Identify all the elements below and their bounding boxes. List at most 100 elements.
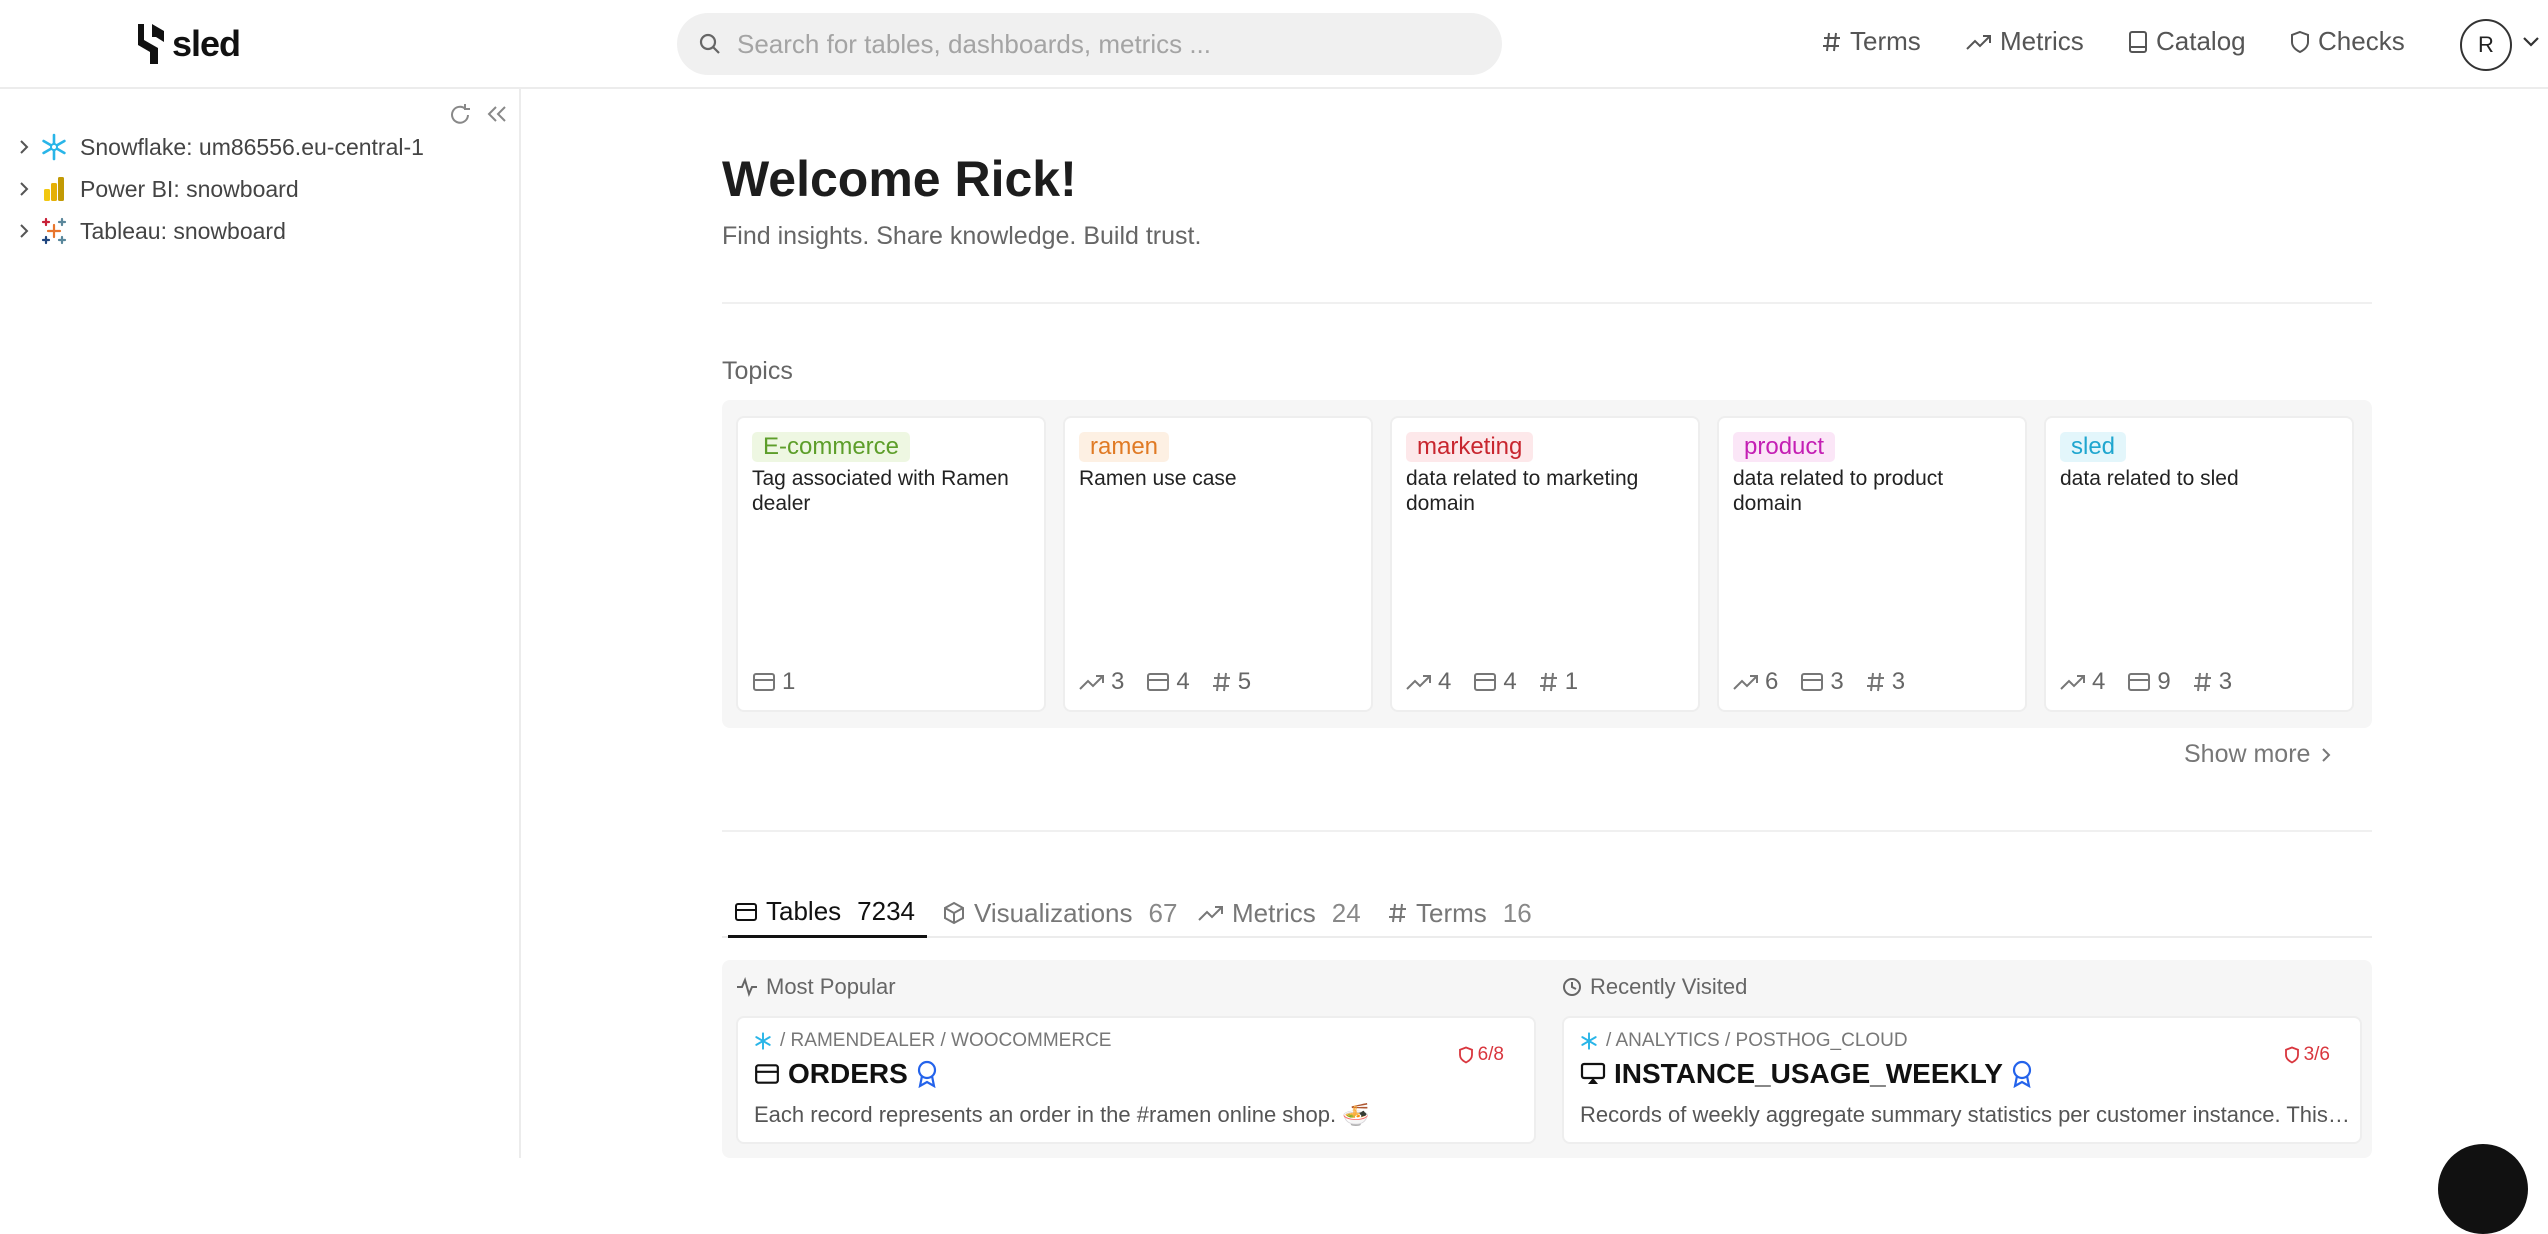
topic-stats: 3 4 5 [1079,668,1251,696]
nav-metrics-label: Metrics [2000,26,2084,56]
stat-value: 5 [1237,668,1252,695]
nav-terms-label: Terms [1850,26,1921,56]
hash-icon [1212,671,1232,693]
sidebar-item-label: Power BI: snowboard [80,175,299,202]
topic-tag[interactable]: ramen [1079,432,1170,462]
stat-metrics: 6 [1733,668,1778,696]
nav-metrics[interactable]: Metrics [1966,26,2084,57]
checks-value: 6/8 [1477,1044,1504,1065]
topic-stats: 4 4 1 [1406,668,1578,696]
tab-tables[interactable]: Tables 7234 [728,888,927,938]
topic-description: data related to product domain [1733,467,1944,515]
topic-stats: 1 [752,668,795,696]
recently-visited-title: Recently Visited [1590,974,1748,999]
hash-icon [2193,671,2213,693]
asset-name: INSTANCE_USAGE_WEEKLY [1614,1058,2003,1089]
table-icon [1146,672,1170,692]
topic-tag[interactable]: marketing [1406,432,1534,462]
welcome-subtitle: Find insights. Share knowledge. Build tr… [722,222,1202,250]
nav-catalog-label: Catalog [2156,26,2246,56]
topic-card-marketing[interactable]: marketing data related to marketing doma… [1390,416,1700,712]
trend-icon [2060,673,2086,691]
avatar-initial: R [2478,32,2494,57]
stat-metrics: 4 [2060,668,2105,696]
collapse-sidebar-icon[interactable] [486,103,508,127]
sled-logo[interactable]: sled [136,22,241,66]
shield-icon [2290,30,2310,54]
search-input[interactable] [737,28,1457,60]
topic-card-sled[interactable]: sled data related to sled 4 9 3 [2044,416,2354,712]
chevron-right-icon[interactable] [18,180,30,198]
topic-card-product[interactable]: product data related to product domain 6… [1717,416,2027,712]
tab-visualizations[interactable]: Visualizations 67 [942,888,1177,938]
asset-path: / ANALYTICS / POSTHOG_CLOUD [1580,1030,1908,1052]
topics-title: Topics [722,357,793,385]
asset-card-orders[interactable]: / RAMENDEALER / WOOCOMMERCE ORDERS Each … [736,1016,1536,1144]
activity-icon [736,977,758,997]
trend-icon [1733,673,1759,691]
stat-tables: 1 [752,668,795,696]
nav-terms[interactable]: Terms [1822,26,1921,57]
topic-card-ramen[interactable]: ramen Ramen use case 3 4 5 [1063,416,1373,712]
chevron-right-icon[interactable] [18,222,30,240]
topic-card-ecommerce[interactable]: E-commerce Tag associated with Ramen dea… [736,416,1046,712]
snowflake-icon [754,1032,772,1050]
checks-value: 3/6 [2303,1044,2330,1065]
view-icon [1580,1062,1606,1086]
refresh-icon[interactable] [448,103,472,127]
topic-description: Ramen use case [1079,467,1237,490]
tab-label: Metrics [1232,897,1316,928]
topic-tag[interactable]: product [1733,432,1836,462]
sidebar-item-tableau[interactable]: Tableau: snowboard [18,217,286,245]
topic-description: Tag associated with Ramen dealer [752,467,1009,515]
shield-icon [1458,1046,1474,1064]
chevron-right-icon[interactable] [18,138,30,156]
stat-value: 3 [1891,668,1906,695]
topic-description: data related to marketing domain [1406,467,1639,515]
sidebar-item-snowflake[interactable]: Snowflake: um86556.eu-central-1 [18,133,424,161]
topic-tag[interactable]: sled [2060,432,2127,462]
stat-value: 9 [2157,668,2171,695]
asset-title[interactable]: ORDERS [754,1058,938,1090]
tab-count: 16 [1502,897,1532,928]
table-icon [2127,672,2151,692]
asset-path-text: / RAMENDEALER / WOOCOMMERCE [780,1030,1112,1051]
trend-icon [1198,904,1224,922]
topic-tag[interactable]: E-commerce [752,432,911,462]
tableau-icon [40,217,68,245]
certified-badge-icon [916,1060,938,1088]
checks-badge[interactable]: 6/8 [1458,1044,1504,1066]
topic-stats: 4 9 3 [2060,668,2232,696]
show-more-link[interactable]: Show more [2184,740,2332,769]
tab-metrics[interactable]: Metrics 24 [1198,888,1361,938]
asset-card-instance-usage-weekly[interactable]: / ANALYTICS / POSTHOG_CLOUD INSTANCE_USA… [1562,1016,2362,1144]
show-more-label: Show more [2184,740,2311,768]
stat-value: 1 [782,668,796,695]
sidebar-item-label: Tableau: snowboard [80,217,286,244]
table-icon [752,672,776,692]
stat-tables: 4 [1146,668,1190,696]
nav-checks-label: Checks [2318,26,2405,56]
chevron-down-icon[interactable] [2522,36,2540,48]
global-search[interactable] [677,13,1502,75]
user-avatar[interactable]: R [2460,19,2512,71]
chevron-right-icon [2320,746,2332,764]
sled-logo-icon [136,22,166,66]
divider [722,302,2372,304]
checks-badge[interactable]: 3/6 [2284,1044,2330,1066]
hash-icon [1539,671,1559,693]
topic-description: data related to sled [2060,467,2239,490]
sidebar-item-powerbi[interactable]: Power BI: snowboard [18,175,299,203]
tab-terms[interactable]: Terms 16 [1388,888,1532,938]
tab-label: Terms [1416,897,1487,928]
cube-icon [942,901,966,925]
asset-description: Records of weekly aggregate summary stat… [1580,1102,2350,1127]
nav-catalog[interactable]: Catalog [2128,26,2246,57]
asset-title[interactable]: INSTANCE_USAGE_WEEKLY [1580,1058,2033,1090]
stat-metrics: 4 [1406,668,1451,696]
stat-value: 3 [2218,668,2233,695]
nav-checks[interactable]: Checks [2290,26,2405,57]
tab-count: 24 [1331,897,1361,928]
stat-metrics: 3 [1079,668,1124,696]
book-icon [2128,30,2148,54]
